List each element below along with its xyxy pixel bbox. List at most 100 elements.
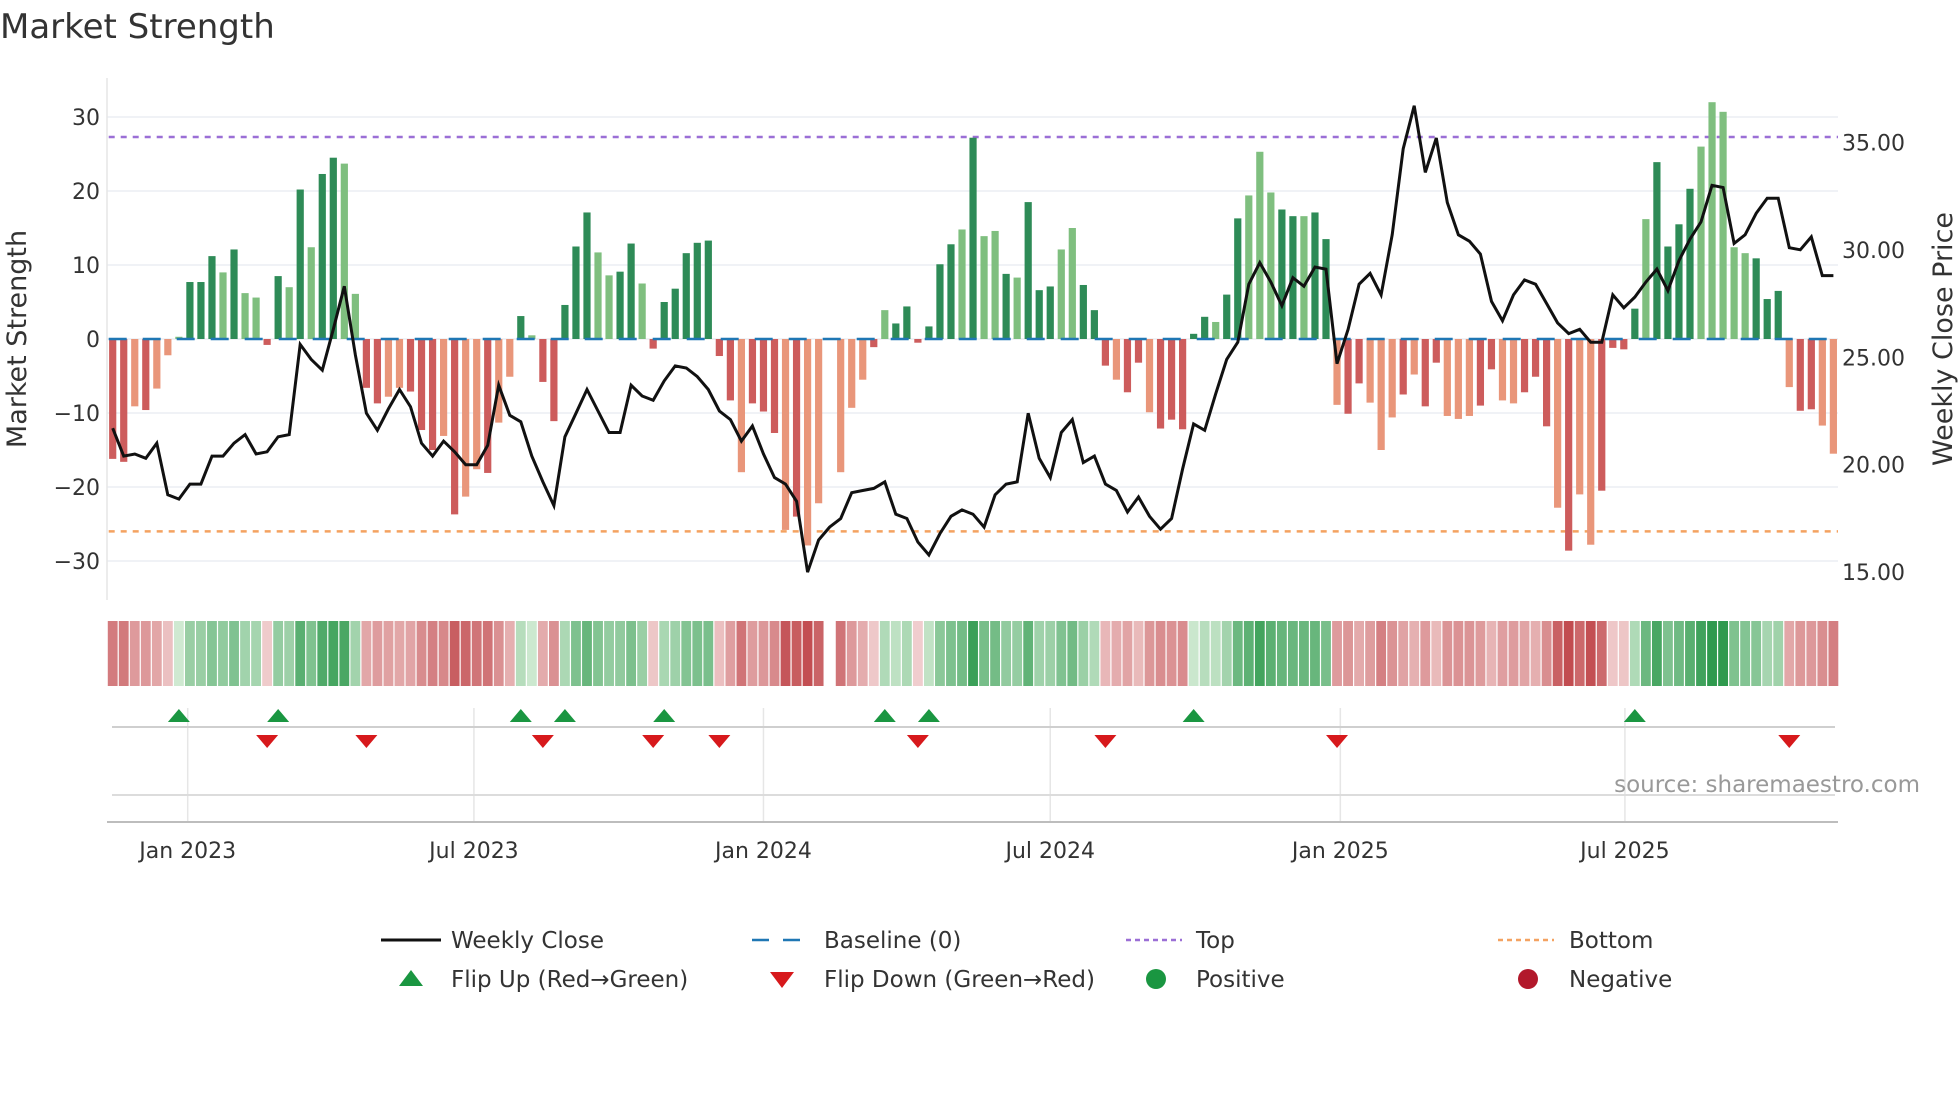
strength-bar xyxy=(1245,195,1253,339)
strength-bar xyxy=(1763,299,1771,339)
strength-bar xyxy=(1543,339,1551,427)
strength-bar xyxy=(682,253,690,339)
heatmap-cell xyxy=(184,621,195,686)
strength-bar xyxy=(1421,339,1429,407)
heatmap-cell xyxy=(714,621,725,686)
strength-bars xyxy=(109,102,1837,551)
strength-bar xyxy=(748,339,757,404)
heatmap-cell xyxy=(1685,621,1695,686)
heatmap-cell xyxy=(493,621,504,686)
strength-bar xyxy=(1002,273,1010,339)
y-tick-label: 20 xyxy=(72,180,100,205)
heatmap-cell xyxy=(1122,621,1133,686)
legend-label-bottom: Bottom xyxy=(1569,928,1653,954)
y-tick-label: −10 xyxy=(54,402,100,427)
heatmap-cell xyxy=(582,621,592,686)
heatmap-cell xyxy=(1806,621,1817,686)
strength-bar xyxy=(384,339,393,397)
strength-bar xyxy=(1609,339,1617,348)
chart-title: Market Strength xyxy=(0,7,275,47)
heatmap-cell xyxy=(1629,621,1640,686)
heatmap-cell xyxy=(504,621,515,686)
strength-bar xyxy=(1024,202,1032,339)
heatmap-cell xyxy=(747,621,758,686)
heatmap-cell xyxy=(173,621,184,686)
strength-bar xyxy=(1112,339,1121,380)
heatmap-cell xyxy=(1486,621,1497,686)
heatmap-cell xyxy=(537,621,548,686)
heatmap-cell xyxy=(1541,621,1552,686)
strength-bar xyxy=(594,252,602,339)
heatmap-cell xyxy=(593,621,603,686)
heatmap-cell xyxy=(670,621,681,686)
flip-up-marker xyxy=(653,709,676,722)
strength-bar xyxy=(495,339,503,423)
heatmap-cell xyxy=(1089,621,1100,686)
strength-bar xyxy=(1487,339,1496,370)
heatmap-cell xyxy=(1552,621,1563,686)
y-right-tick-label: 30.00 xyxy=(1842,239,1905,264)
heatmap-cell xyxy=(1420,621,1431,686)
strength-bar xyxy=(1653,162,1661,339)
strength-bar xyxy=(1443,339,1451,416)
flip-down-marker xyxy=(1778,735,1801,748)
heatmap-cell xyxy=(990,621,1001,686)
strength-bar xyxy=(1399,339,1407,395)
strength-bar xyxy=(859,339,867,380)
strength-bar xyxy=(230,249,238,339)
strength-bar xyxy=(958,229,966,339)
heatmap-cell xyxy=(196,621,206,686)
heatmap-cell xyxy=(648,621,659,686)
heatmap-cell xyxy=(1365,621,1376,686)
heatmap-cell xyxy=(1232,621,1243,686)
flip-down-marker xyxy=(531,735,554,748)
x-tick-label: Jul 2025 xyxy=(1578,839,1670,864)
heatmap-cell xyxy=(295,621,306,686)
heatmap-cell xyxy=(449,621,460,686)
strength-bar xyxy=(583,212,591,339)
heatmap-cell xyxy=(1464,621,1475,686)
heatmap-cell xyxy=(1431,621,1442,686)
strength-bar xyxy=(1035,290,1043,339)
strength-bar xyxy=(715,339,723,357)
heatmap-cell xyxy=(372,621,383,686)
heatmap-cell xyxy=(1332,621,1342,686)
heatmap-cell xyxy=(1707,621,1717,686)
strength-bar xyxy=(572,246,580,339)
heatmap-cell xyxy=(1067,621,1078,686)
legend-label-positive: Positive xyxy=(1196,967,1285,993)
strength-bar xyxy=(1774,290,1782,339)
heatmap-cell xyxy=(1475,621,1486,686)
strength-bar xyxy=(440,339,448,436)
heatmap-cell xyxy=(548,621,559,686)
strength-bar xyxy=(947,244,955,339)
heatmap-cell xyxy=(901,621,912,686)
strength-bar xyxy=(1388,339,1396,418)
strength-bar xyxy=(1079,284,1087,339)
strength-bar xyxy=(726,339,734,401)
strength-bar xyxy=(1498,339,1507,401)
x-tick-label: Jan 2024 xyxy=(713,839,812,864)
strength-bar xyxy=(925,326,933,339)
heatmap-cell xyxy=(471,621,482,686)
strength-bar xyxy=(1576,339,1584,495)
y-tick-label: −20 xyxy=(54,476,100,501)
heatmap-cell xyxy=(791,621,802,686)
flip-down-marker xyxy=(256,735,279,748)
strength-bar xyxy=(252,297,260,339)
strength-bar xyxy=(1708,102,1716,339)
heatmap-cell xyxy=(912,621,923,686)
strength-bar xyxy=(428,339,437,450)
strength-bar xyxy=(1509,339,1518,404)
strength-bar xyxy=(903,306,911,339)
heatmap-cell xyxy=(1078,621,1089,686)
strength-heatmap-strip xyxy=(107,621,1839,686)
y-tick-label: 30 xyxy=(72,106,100,131)
heatmap-cell xyxy=(946,621,956,686)
strength-bar xyxy=(120,339,128,462)
heatmap-cell xyxy=(813,621,824,686)
heatmap-cell xyxy=(1740,621,1751,686)
strength-bar xyxy=(1046,286,1054,339)
heatmap-cell xyxy=(1321,621,1331,686)
strength-bar xyxy=(318,173,326,339)
